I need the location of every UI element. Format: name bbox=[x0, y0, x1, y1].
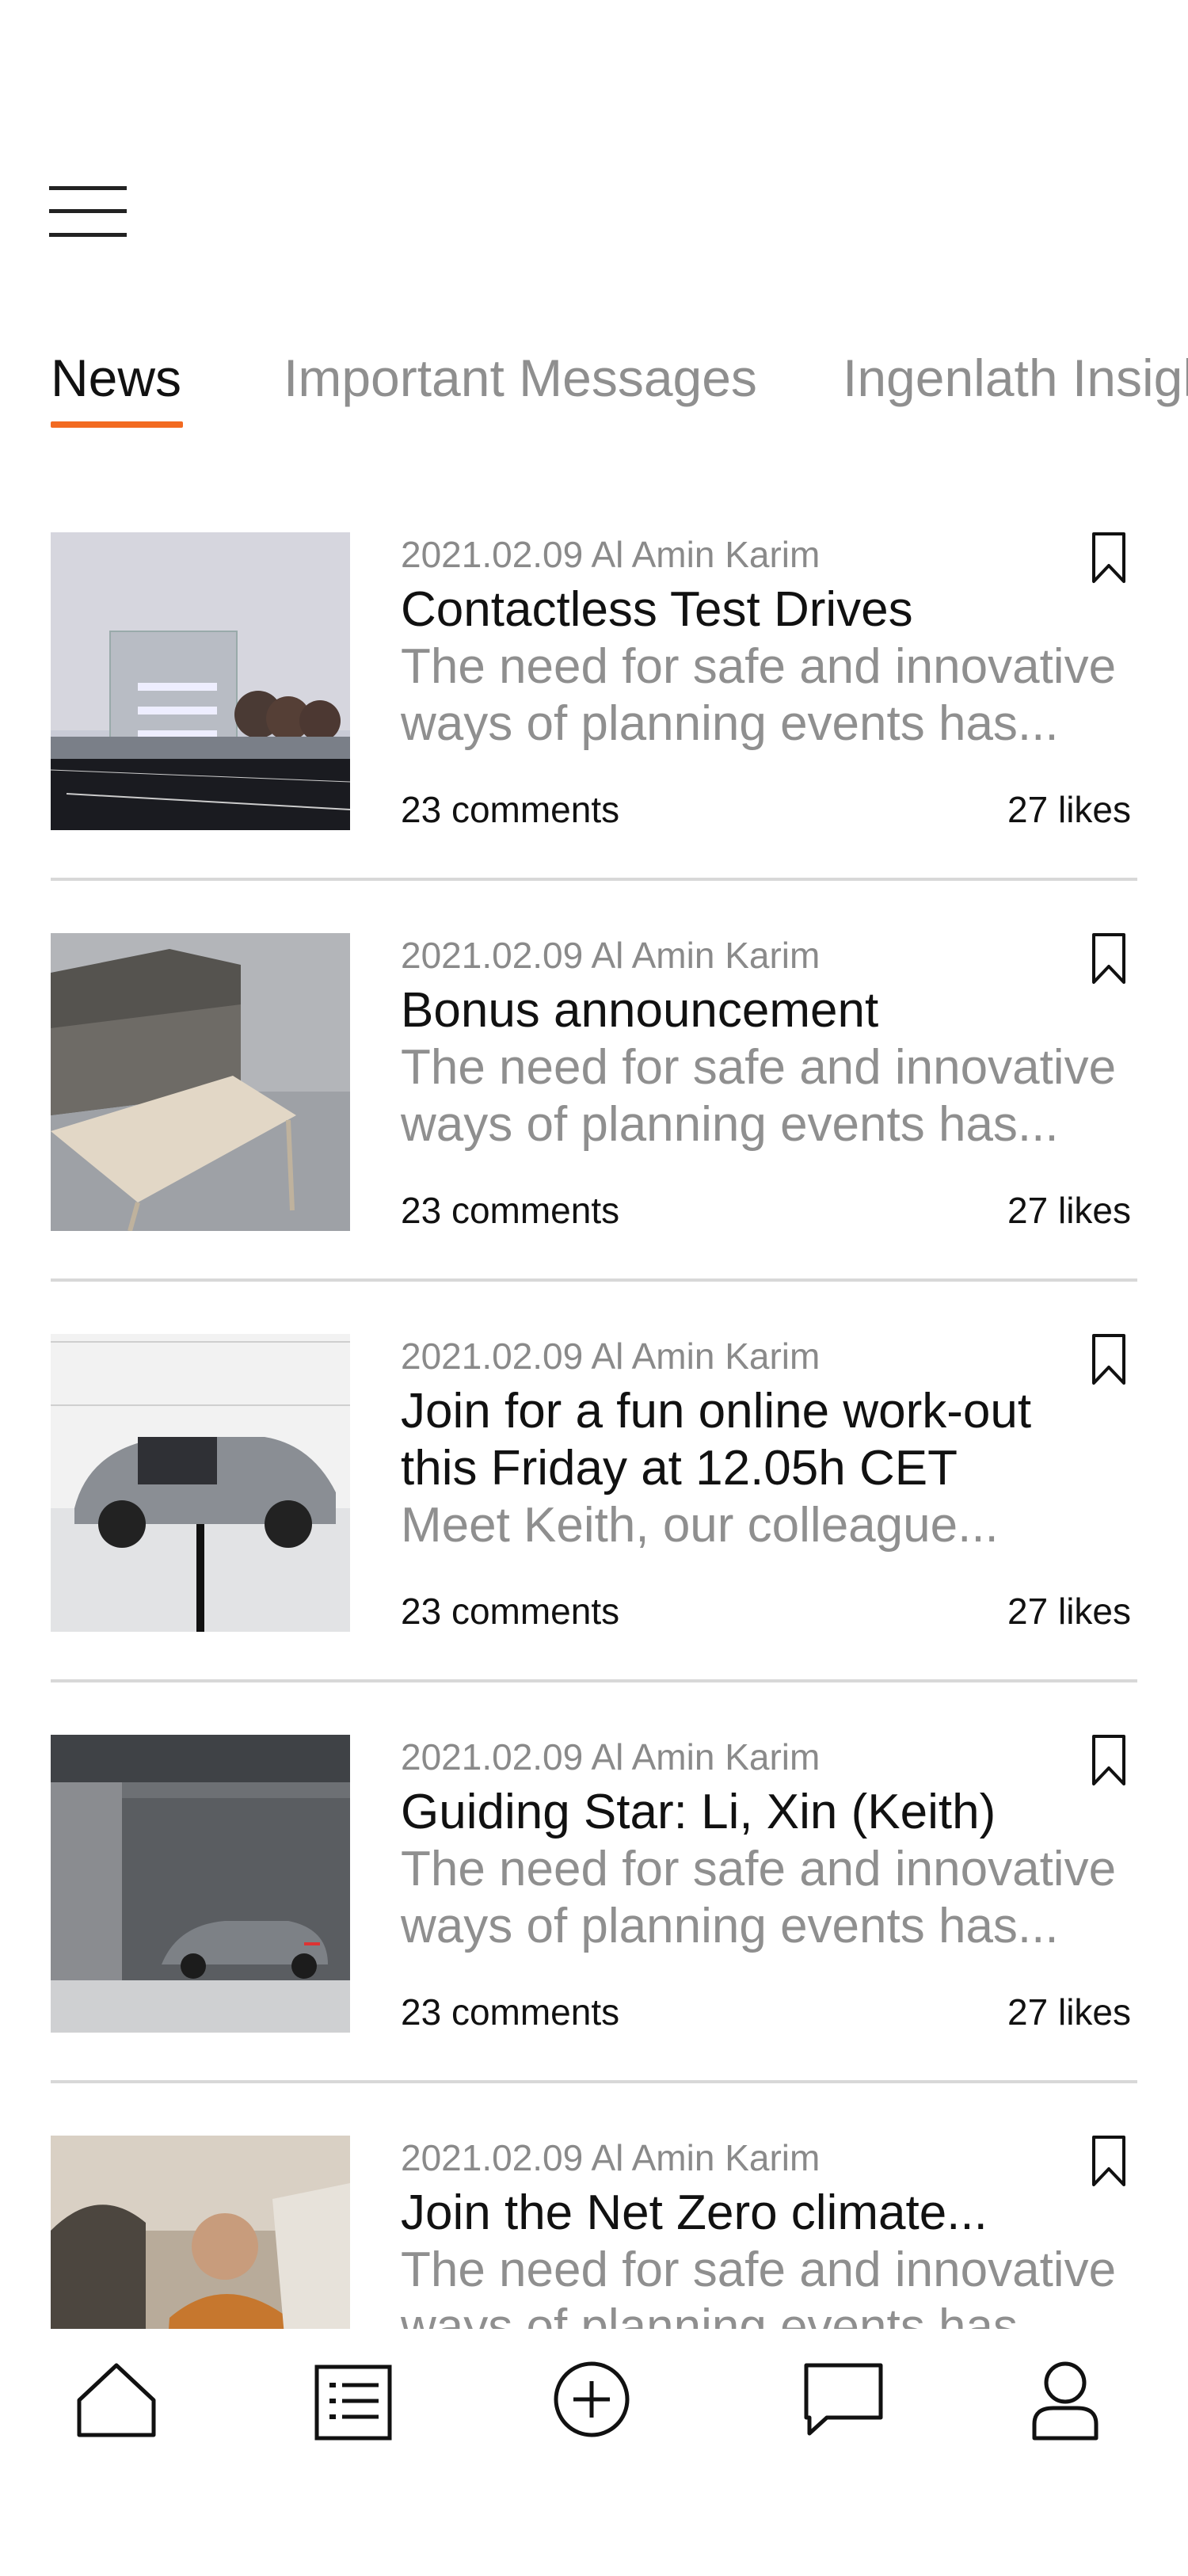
likes-count[interactable]: 27 likes bbox=[1007, 786, 1131, 833]
article-meta: 2021.02.09 Al Amin Karim bbox=[401, 1736, 821, 1778]
comments-count[interactable]: 23 comments bbox=[401, 1587, 619, 1635]
article-meta: 2021.02.09 Al Amin Karim bbox=[401, 935, 821, 976]
article-title[interactable]: Join the Net Zero climate... bbox=[401, 2185, 1082, 2242]
article-card[interactable]: 2021.02.09 Al Amin Karim Guiding Star: L… bbox=[0, 1709, 1188, 2110]
article-card[interactable]: 2021.02.09 Al Amin Karim Join the Net Ze… bbox=[0, 2110, 1188, 2329]
likes-count[interactable]: 27 likes bbox=[1007, 1988, 1131, 2036]
article-meta: 2021.02.09 Al Amin Karim bbox=[401, 1336, 821, 1377]
add-circle-icon[interactable] bbox=[548, 2356, 635, 2443]
comments-count[interactable]: 23 comments bbox=[401, 786, 619, 833]
article-title[interactable]: Contactless Test Drives bbox=[401, 581, 1082, 638]
tab-bar: News Important Messages Ingenlath Insigh… bbox=[0, 333, 1188, 436]
article-card[interactable]: 2021.02.09 Al Amin Karim Join for a fun … bbox=[0, 1309, 1188, 1709]
article-card[interactable]: 2021.02.09 Al Amin Karim Bonus announcem… bbox=[0, 908, 1188, 1309]
article-thumbnail[interactable] bbox=[51, 1334, 350, 1632]
article-thumbnail[interactable] bbox=[51, 1735, 350, 2033]
comments-count[interactable]: 23 comments bbox=[401, 1988, 619, 2036]
bookmark-icon[interactable] bbox=[1090, 1733, 1128, 1789]
bookmark-icon[interactable] bbox=[1090, 531, 1128, 586]
article-excerpt: The need for safe and innovative ways of… bbox=[401, 639, 1117, 751]
bookmark-icon[interactable] bbox=[1090, 932, 1128, 987]
article-excerpt: The need for safe and innovative ways of… bbox=[401, 2243, 1117, 2329]
article-thumbnail[interactable] bbox=[51, 933, 350, 1231]
article-title[interactable]: Guiding Star: Li, Xin (Keith) bbox=[401, 1784, 1082, 1841]
bookmark-icon[interactable] bbox=[1090, 2134, 1128, 2189]
divider bbox=[51, 1278, 1137, 1282]
hamburger-menu-icon[interactable] bbox=[49, 181, 127, 244]
tab-important-messages[interactable]: Important Messages bbox=[284, 342, 757, 413]
divider bbox=[51, 878, 1137, 881]
tab-news[interactable]: News bbox=[51, 342, 181, 413]
article-thumbnail[interactable] bbox=[51, 532, 350, 830]
article-title[interactable]: Join for a fun online work-out this Frid… bbox=[401, 1383, 1082, 1497]
divider bbox=[51, 1679, 1137, 1682]
article-meta: 2021.02.09 Al Amin Karim bbox=[401, 2137, 821, 2178]
comments-count[interactable]: 23 comments bbox=[401, 1187, 619, 1234]
home-icon[interactable] bbox=[73, 2356, 160, 2443]
profile-icon[interactable] bbox=[1022, 2356, 1109, 2443]
news-feed[interactable]: 2021.02.09 Al Amin Karim Contactless Tes… bbox=[0, 507, 1188, 2329]
article-meta: 2021.02.09 Al Amin Karim bbox=[401, 534, 821, 575]
article-card[interactable]: 2021.02.09 Al Amin Karim Contactless Tes… bbox=[0, 507, 1188, 908]
article-excerpt: Meet Keith, our colleague... bbox=[401, 1498, 999, 1553]
active-tab-indicator bbox=[51, 421, 183, 428]
tab-ingenlath-insights[interactable]: Ingenlath Insights bbox=[843, 342, 1188, 413]
chat-bubble-icon[interactable] bbox=[800, 2356, 887, 2443]
article-title[interactable]: Bonus announcement bbox=[401, 982, 1082, 1039]
likes-count[interactable]: 27 likes bbox=[1007, 1187, 1131, 1234]
bookmark-icon[interactable] bbox=[1090, 1332, 1128, 1388]
article-excerpt: The need for safe and innovative ways of… bbox=[401, 1842, 1117, 1953]
article-thumbnail[interactable] bbox=[51, 2136, 350, 2329]
list-icon[interactable] bbox=[310, 2356, 398, 2443]
article-excerpt: The need for safe and innovative ways of… bbox=[401, 1040, 1117, 1152]
likes-count[interactable]: 27 likes bbox=[1007, 1587, 1131, 1635]
divider bbox=[51, 2080, 1137, 2083]
bottom-navigation bbox=[0, 2332, 1188, 2576]
